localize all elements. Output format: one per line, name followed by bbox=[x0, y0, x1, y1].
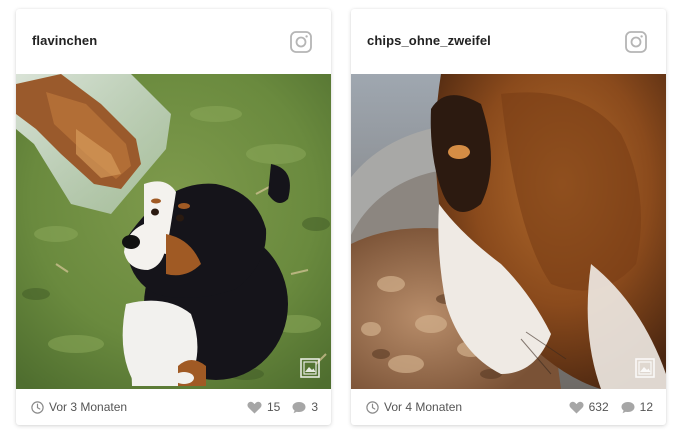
gallery-icon bbox=[635, 358, 655, 378]
instagram-icon[interactable] bbox=[625, 31, 647, 53]
post-footer: Vor 3 Monaten 15 3 bbox=[16, 389, 331, 425]
instagram-feed: flavinchen Vor 3 Monaten 15 3 chips_ohne… bbox=[0, 0, 680, 436]
comment-icon[interactable] bbox=[621, 401, 635, 414]
comment-icon[interactable] bbox=[292, 401, 306, 414]
likes-count: 632 bbox=[588, 400, 609, 414]
post-username[interactable]: flavinchen bbox=[32, 33, 97, 48]
post-time: Vor 4 Monaten bbox=[366, 400, 462, 414]
post-header: flavinchen bbox=[16, 9, 331, 74]
heart-icon[interactable] bbox=[569, 401, 584, 414]
clock-icon bbox=[366, 400, 379, 414]
post-card[interactable]: chips_ohne_zweifel Vor 4 Monaten 632 12 bbox=[351, 9, 666, 425]
post-time-label: Vor 4 Monaten bbox=[384, 400, 463, 414]
post-card[interactable]: flavinchen Vor 3 Monaten 15 3 bbox=[16, 9, 331, 425]
likes-count: 15 bbox=[266, 400, 281, 414]
post-time-label: Vor 3 Monaten bbox=[49, 400, 128, 414]
heart-icon[interactable] bbox=[247, 401, 262, 414]
post-username[interactable]: chips_ohne_zweifel bbox=[367, 33, 491, 48]
gallery-icon bbox=[300, 358, 320, 378]
post-header: chips_ohne_zweifel bbox=[351, 9, 666, 74]
comments-count: 3 bbox=[311, 400, 318, 414]
dog-eating-photo bbox=[351, 74, 666, 389]
post-stats: 632 12 bbox=[569, 400, 653, 414]
post-stats: 15 3 bbox=[247, 400, 318, 414]
clock-icon bbox=[31, 400, 44, 414]
post-photo[interactable] bbox=[351, 74, 666, 389]
post-footer: Vor 4 Monaten 632 12 bbox=[351, 389, 666, 425]
comments-count: 12 bbox=[639, 400, 653, 414]
instagram-icon[interactable] bbox=[290, 31, 312, 53]
post-photo[interactable] bbox=[16, 74, 331, 389]
post-time: Vor 3 Monaten bbox=[31, 400, 127, 414]
dog-photo bbox=[16, 74, 331, 389]
